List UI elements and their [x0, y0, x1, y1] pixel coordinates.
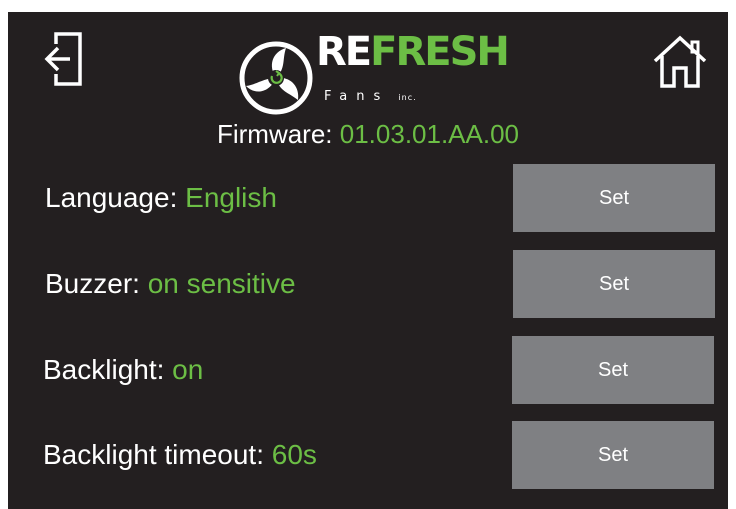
- firmware-label: Firmware:: [216, 119, 340, 149]
- setting-row-language: Language: English Set: [0, 164, 736, 232]
- logo-wordmark: REFRESH: [316, 29, 510, 75]
- set-language-button[interactable]: Set: [513, 164, 715, 232]
- backlight-timeout-setting: Backlight timeout: 60s: [43, 421, 317, 489]
- setting-value: 60s: [271, 439, 317, 470]
- setting-label: Backlight:: [43, 354, 173, 385]
- buzzer-setting: Buzzer: on sensitive: [45, 250, 296, 318]
- home-button[interactable]: [652, 34, 708, 90]
- firmware-version: Firmware: 01.03.01.AA.00: [0, 117, 736, 151]
- setting-row-backlight: Backlight: on Set: [0, 336, 736, 404]
- setting-value: English: [185, 182, 277, 213]
- language-setting: Language: English: [45, 164, 277, 232]
- refresh-fans-logo: REFRESH Fans inc.: [232, 30, 532, 120]
- setting-label: Language:: [45, 182, 186, 213]
- exit-button[interactable]: [44, 30, 84, 88]
- backlight-setting: Backlight: on: [43, 336, 203, 404]
- setting-label: Buzzer:: [45, 268, 148, 299]
- setting-label: Backlight timeout:: [43, 439, 272, 470]
- exit-door-icon: [44, 32, 82, 86]
- setting-value: on: [172, 354, 204, 385]
- setting-value: on sensitive: [147, 268, 296, 299]
- home-icon: [653, 35, 707, 88]
- set-buzzer-button[interactable]: Set: [513, 250, 715, 318]
- firmware-value: 01.03.01.AA.00: [339, 119, 520, 149]
- fan-logo-icon: [239, 41, 313, 115]
- setting-row-backlight-timeout: Backlight timeout: 60s Set: [0, 421, 736, 489]
- set-backlight-timeout-button[interactable]: Set: [512, 421, 714, 489]
- set-backlight-button[interactable]: Set: [512, 336, 714, 404]
- logo-tagline: Fans inc.: [324, 89, 417, 104]
- setting-row-buzzer: Buzzer: on sensitive Set: [0, 250, 736, 318]
